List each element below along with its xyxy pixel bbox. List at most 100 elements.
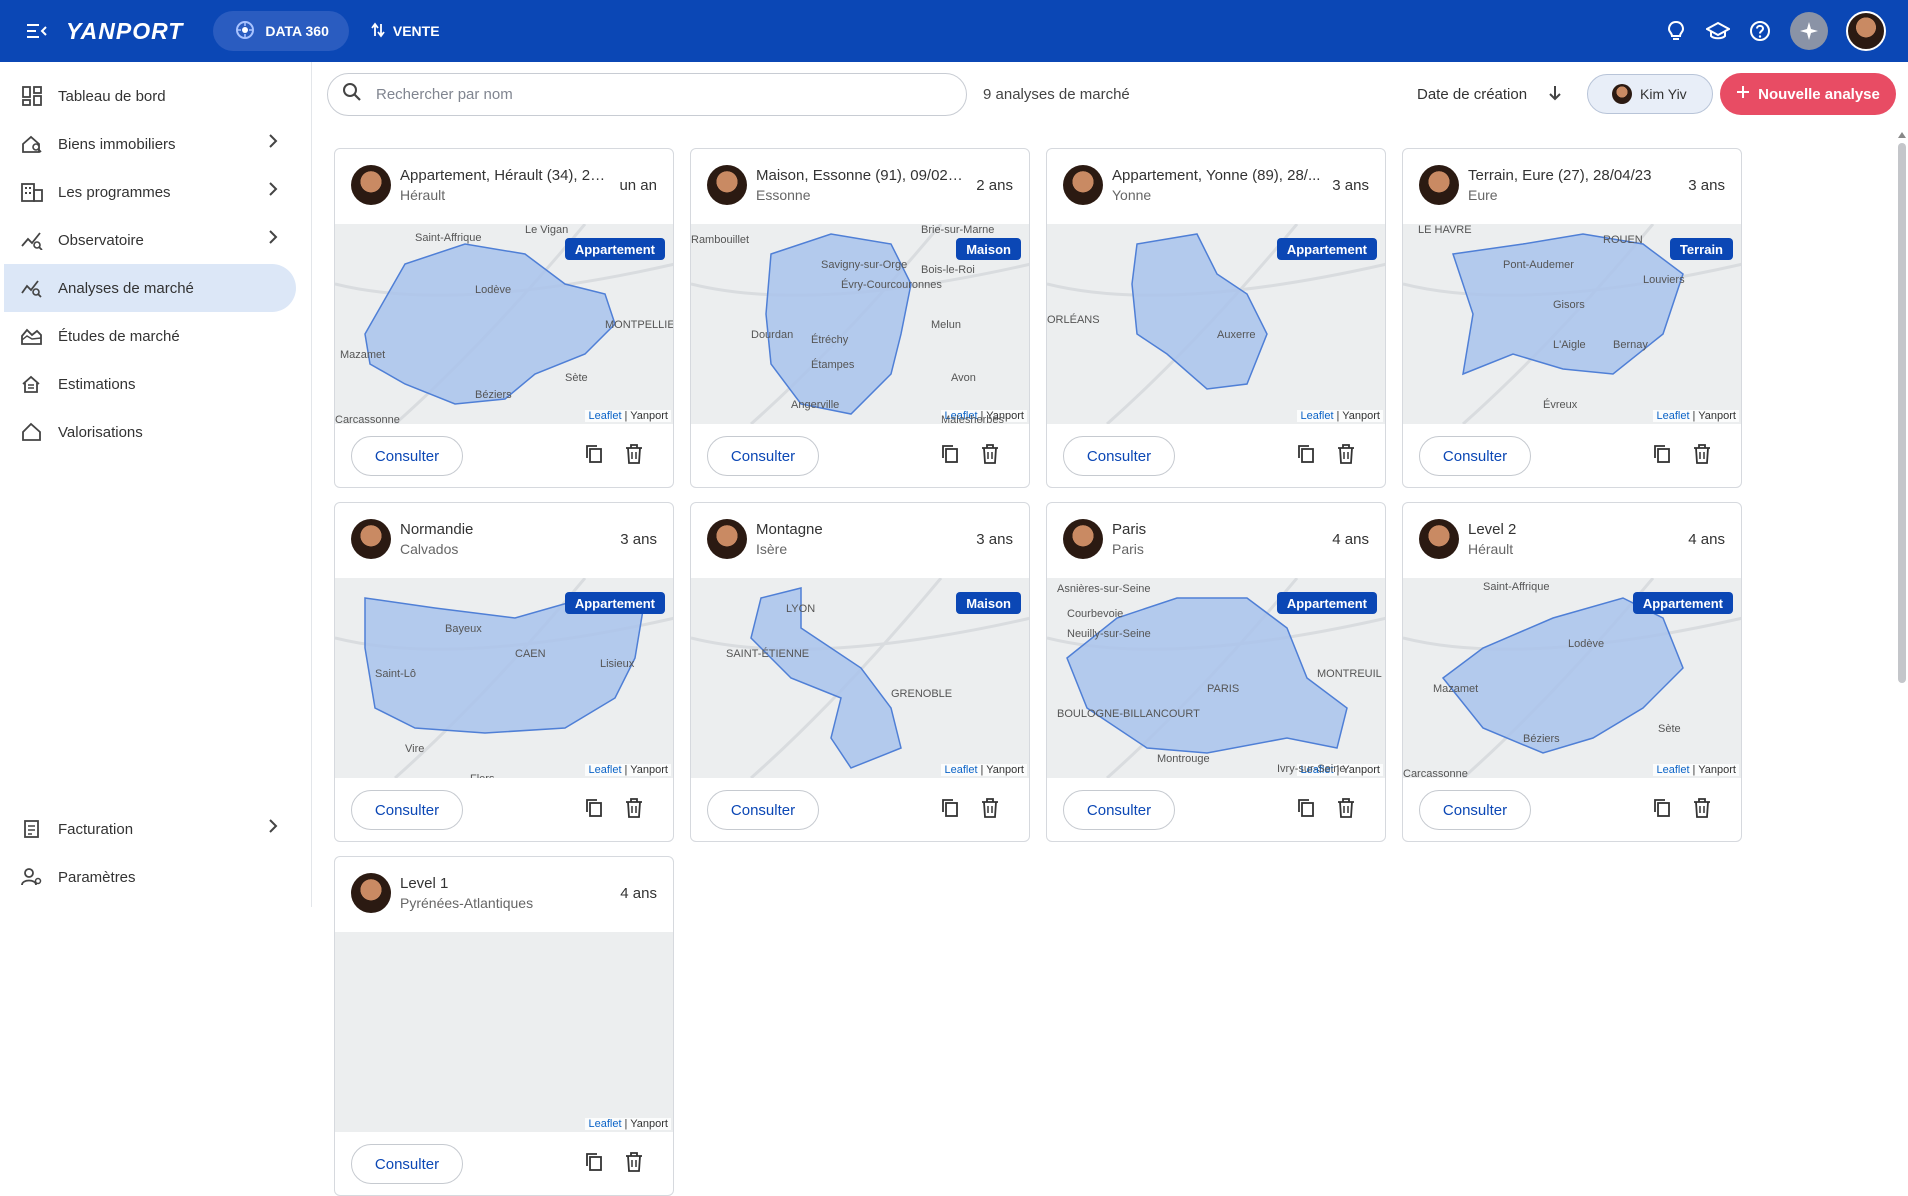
consult-button[interactable]: Consulter xyxy=(1063,436,1175,476)
sidebar-item-etudes-de-marche[interactable]: Études de marché xyxy=(4,312,296,360)
consult-button[interactable]: Consulter xyxy=(351,436,463,476)
sidebar-item-estimations[interactable]: Estimations xyxy=(4,360,296,408)
consult-button[interactable]: Consulter xyxy=(1419,790,1531,830)
duplicate-icon[interactable] xyxy=(585,798,603,823)
card-header[interactable]: Level 1 Pyrénées-Atlantiques 4 ans xyxy=(335,857,673,932)
consult-button[interactable]: Consulter xyxy=(351,790,463,830)
map-preview[interactable]: Appartement Leaflet | Yanport Asnières-s… xyxy=(1047,578,1385,778)
sidebar-item-observatoire[interactable]: Observatoire xyxy=(4,216,296,264)
lightbulb-icon[interactable] xyxy=(1664,19,1688,43)
map-preview[interactable]: Appartement Leaflet | Yanport Bayeux CAEN… xyxy=(335,578,673,778)
dashboard-icon xyxy=(20,84,44,108)
search-box[interactable] xyxy=(327,73,967,116)
map-preview[interactable]: Maison Leaflet | Yanport Rambouillet Savi… xyxy=(691,224,1029,424)
trash-icon[interactable] xyxy=(1693,798,1711,823)
duplicate-icon[interactable] xyxy=(941,444,959,469)
card-header[interactable]: Terrain, Eure (27), 28/04/23 Eure 3 ans xyxy=(1403,149,1741,224)
card-header[interactable]: Appartement, Yonne (89), 28/... Yonne 3 … xyxy=(1047,149,1385,224)
consult-button[interactable]: Consulter xyxy=(1063,790,1175,830)
trash-icon[interactable] xyxy=(1337,444,1355,469)
map-preview[interactable]: Terrain Leaflet | Yanport LE HAVRE ROUEN P… xyxy=(1403,224,1741,424)
data360-module-button[interactable]: DATA 360 xyxy=(213,11,349,51)
card-footer: Consulter xyxy=(1403,424,1741,487)
consult-button[interactable]: Consulter xyxy=(707,436,819,476)
graduation-cap-icon[interactable] xyxy=(1706,19,1730,43)
card-subtitle: Hérault xyxy=(1468,541,1514,557)
trash-icon[interactable] xyxy=(1693,444,1711,469)
sidebar-item-les-programmes[interactable]: Les programmes xyxy=(4,168,296,216)
trash-icon[interactable] xyxy=(625,444,643,469)
map-place-label: Bois-le-Roi xyxy=(921,264,975,276)
consult-button[interactable]: Consulter xyxy=(351,1144,463,1184)
data360-icon xyxy=(235,20,255,43)
consult-button[interactable]: Consulter xyxy=(707,790,819,830)
map-preview[interactable]: Appartement Leaflet | Yanport Saint-Affr… xyxy=(335,224,673,424)
map-place-label: Étampes xyxy=(811,359,855,371)
leaflet-link[interactable]: Leaflet xyxy=(588,764,621,776)
plus-icon xyxy=(1736,85,1750,103)
scroll-up-arrow[interactable] xyxy=(1898,132,1906,138)
duplicate-icon[interactable] xyxy=(585,444,603,469)
trash-icon[interactable] xyxy=(981,444,999,469)
card-header[interactable]: Normandie Calvados 3 ans xyxy=(335,503,673,578)
card-header[interactable]: Montagne Isère 3 ans xyxy=(691,503,1029,578)
analysis-card-9: Level 1 Pyrénées-Atlantiques 4 ans Leafl… xyxy=(334,856,674,1196)
user-filter-chip[interactable]: Kim Yiv xyxy=(1587,74,1713,114)
collapse-menu-icon[interactable] xyxy=(22,16,52,46)
card-footer: Consulter xyxy=(1403,778,1741,841)
sort-direction-arrow-down-icon[interactable] xyxy=(1548,84,1562,107)
map-place-label: Mazamet xyxy=(1433,683,1479,695)
map-place-label: Évry-Courcouronnes xyxy=(841,279,942,291)
leaflet-link[interactable]: Leaflet xyxy=(588,410,621,422)
map-preview[interactable]: Appartement Leaflet | Yanport ORLÉANS Aux… xyxy=(1047,224,1385,424)
help-icon[interactable] xyxy=(1748,19,1772,43)
duplicate-icon[interactable] xyxy=(1653,444,1671,469)
duplicate-icon[interactable] xyxy=(585,1152,603,1177)
card-footer: Consulter xyxy=(1047,778,1385,841)
leaflet-link[interactable]: Leaflet xyxy=(588,1118,621,1130)
vente-module-button[interactable]: VENTE xyxy=(371,22,440,41)
user-avatar[interactable] xyxy=(1846,11,1886,51)
sidebar-item-analyses-de-marche[interactable]: Analyses de marché xyxy=(4,264,296,312)
sidebar-item-parametres[interactable]: Paramètres xyxy=(4,853,296,901)
scrollbar-thumb[interactable] xyxy=(1898,143,1906,683)
map-preview[interactable]: Leaflet | Yanport xyxy=(335,932,673,1132)
leaflet-link[interactable]: Leaflet xyxy=(1656,410,1689,422)
sidebar-item-biens-immobiliers[interactable]: Biens immobiliers xyxy=(4,120,296,168)
sidebar-item-facturation[interactable]: Facturation xyxy=(4,805,296,853)
sidebar-item-label: Études de marché xyxy=(58,327,180,345)
duplicate-icon[interactable] xyxy=(1297,444,1315,469)
duplicate-icon[interactable] xyxy=(1297,798,1315,823)
sort-field-select[interactable]: Date de création xyxy=(1417,86,1527,103)
trash-icon[interactable] xyxy=(625,798,643,823)
map-place-label: Brie-sur-Marne xyxy=(921,224,995,236)
duplicate-icon[interactable] xyxy=(941,798,959,823)
search-input[interactable] xyxy=(376,86,936,103)
sidebar-item-tableau-de-bord[interactable]: Tableau de bord xyxy=(4,72,296,120)
sidebar-item-valorisations[interactable]: Valorisations xyxy=(4,408,296,456)
map-preview[interactable]: Appartement Leaflet | Yanport Saint-Affr… xyxy=(1403,578,1741,778)
card-header[interactable]: Paris Paris 4 ans xyxy=(1047,503,1385,578)
trash-icon[interactable] xyxy=(981,798,999,823)
leaflet-link[interactable]: Leaflet xyxy=(944,764,977,776)
trash-icon[interactable] xyxy=(1337,798,1355,823)
map-preview[interactable]: Maison Leaflet | Yanport LYON SAINT-ÉTIEN… xyxy=(691,578,1029,778)
trash-icon[interactable] xyxy=(625,1152,643,1177)
map-place-label: Bernay xyxy=(1613,339,1648,351)
card-header[interactable]: Appartement, Hérault (34), 22... Hérault… xyxy=(335,149,673,224)
duplicate-icon[interactable] xyxy=(1653,798,1671,823)
card-header[interactable]: Maison, Essonne (91), 09/02/24 Essonne 2… xyxy=(691,149,1029,224)
map-attribution: Leaflet | Yanport xyxy=(585,410,671,422)
yanport-attribution: Yanport xyxy=(1342,410,1380,422)
new-analysis-button[interactable]: Nouvelle analyse xyxy=(1720,73,1896,115)
card-subtitle: Yonne xyxy=(1112,187,1152,203)
ai-sparkle-icon[interactable] xyxy=(1790,12,1828,50)
leaflet-link[interactable]: Leaflet xyxy=(1300,410,1333,422)
card-subtitle: Pyrénées-Atlantiques xyxy=(400,895,534,911)
card-header[interactable]: Level 2 Hérault 4 ans xyxy=(1403,503,1741,578)
consult-button[interactable]: Consulter xyxy=(1419,436,1531,476)
leaflet-link[interactable]: Leaflet xyxy=(1656,764,1689,776)
chevron-right-icon xyxy=(268,230,278,249)
map-place-label: Le Vigan xyxy=(525,224,569,236)
app-logo[interactable]: YANPORT xyxy=(66,18,183,45)
